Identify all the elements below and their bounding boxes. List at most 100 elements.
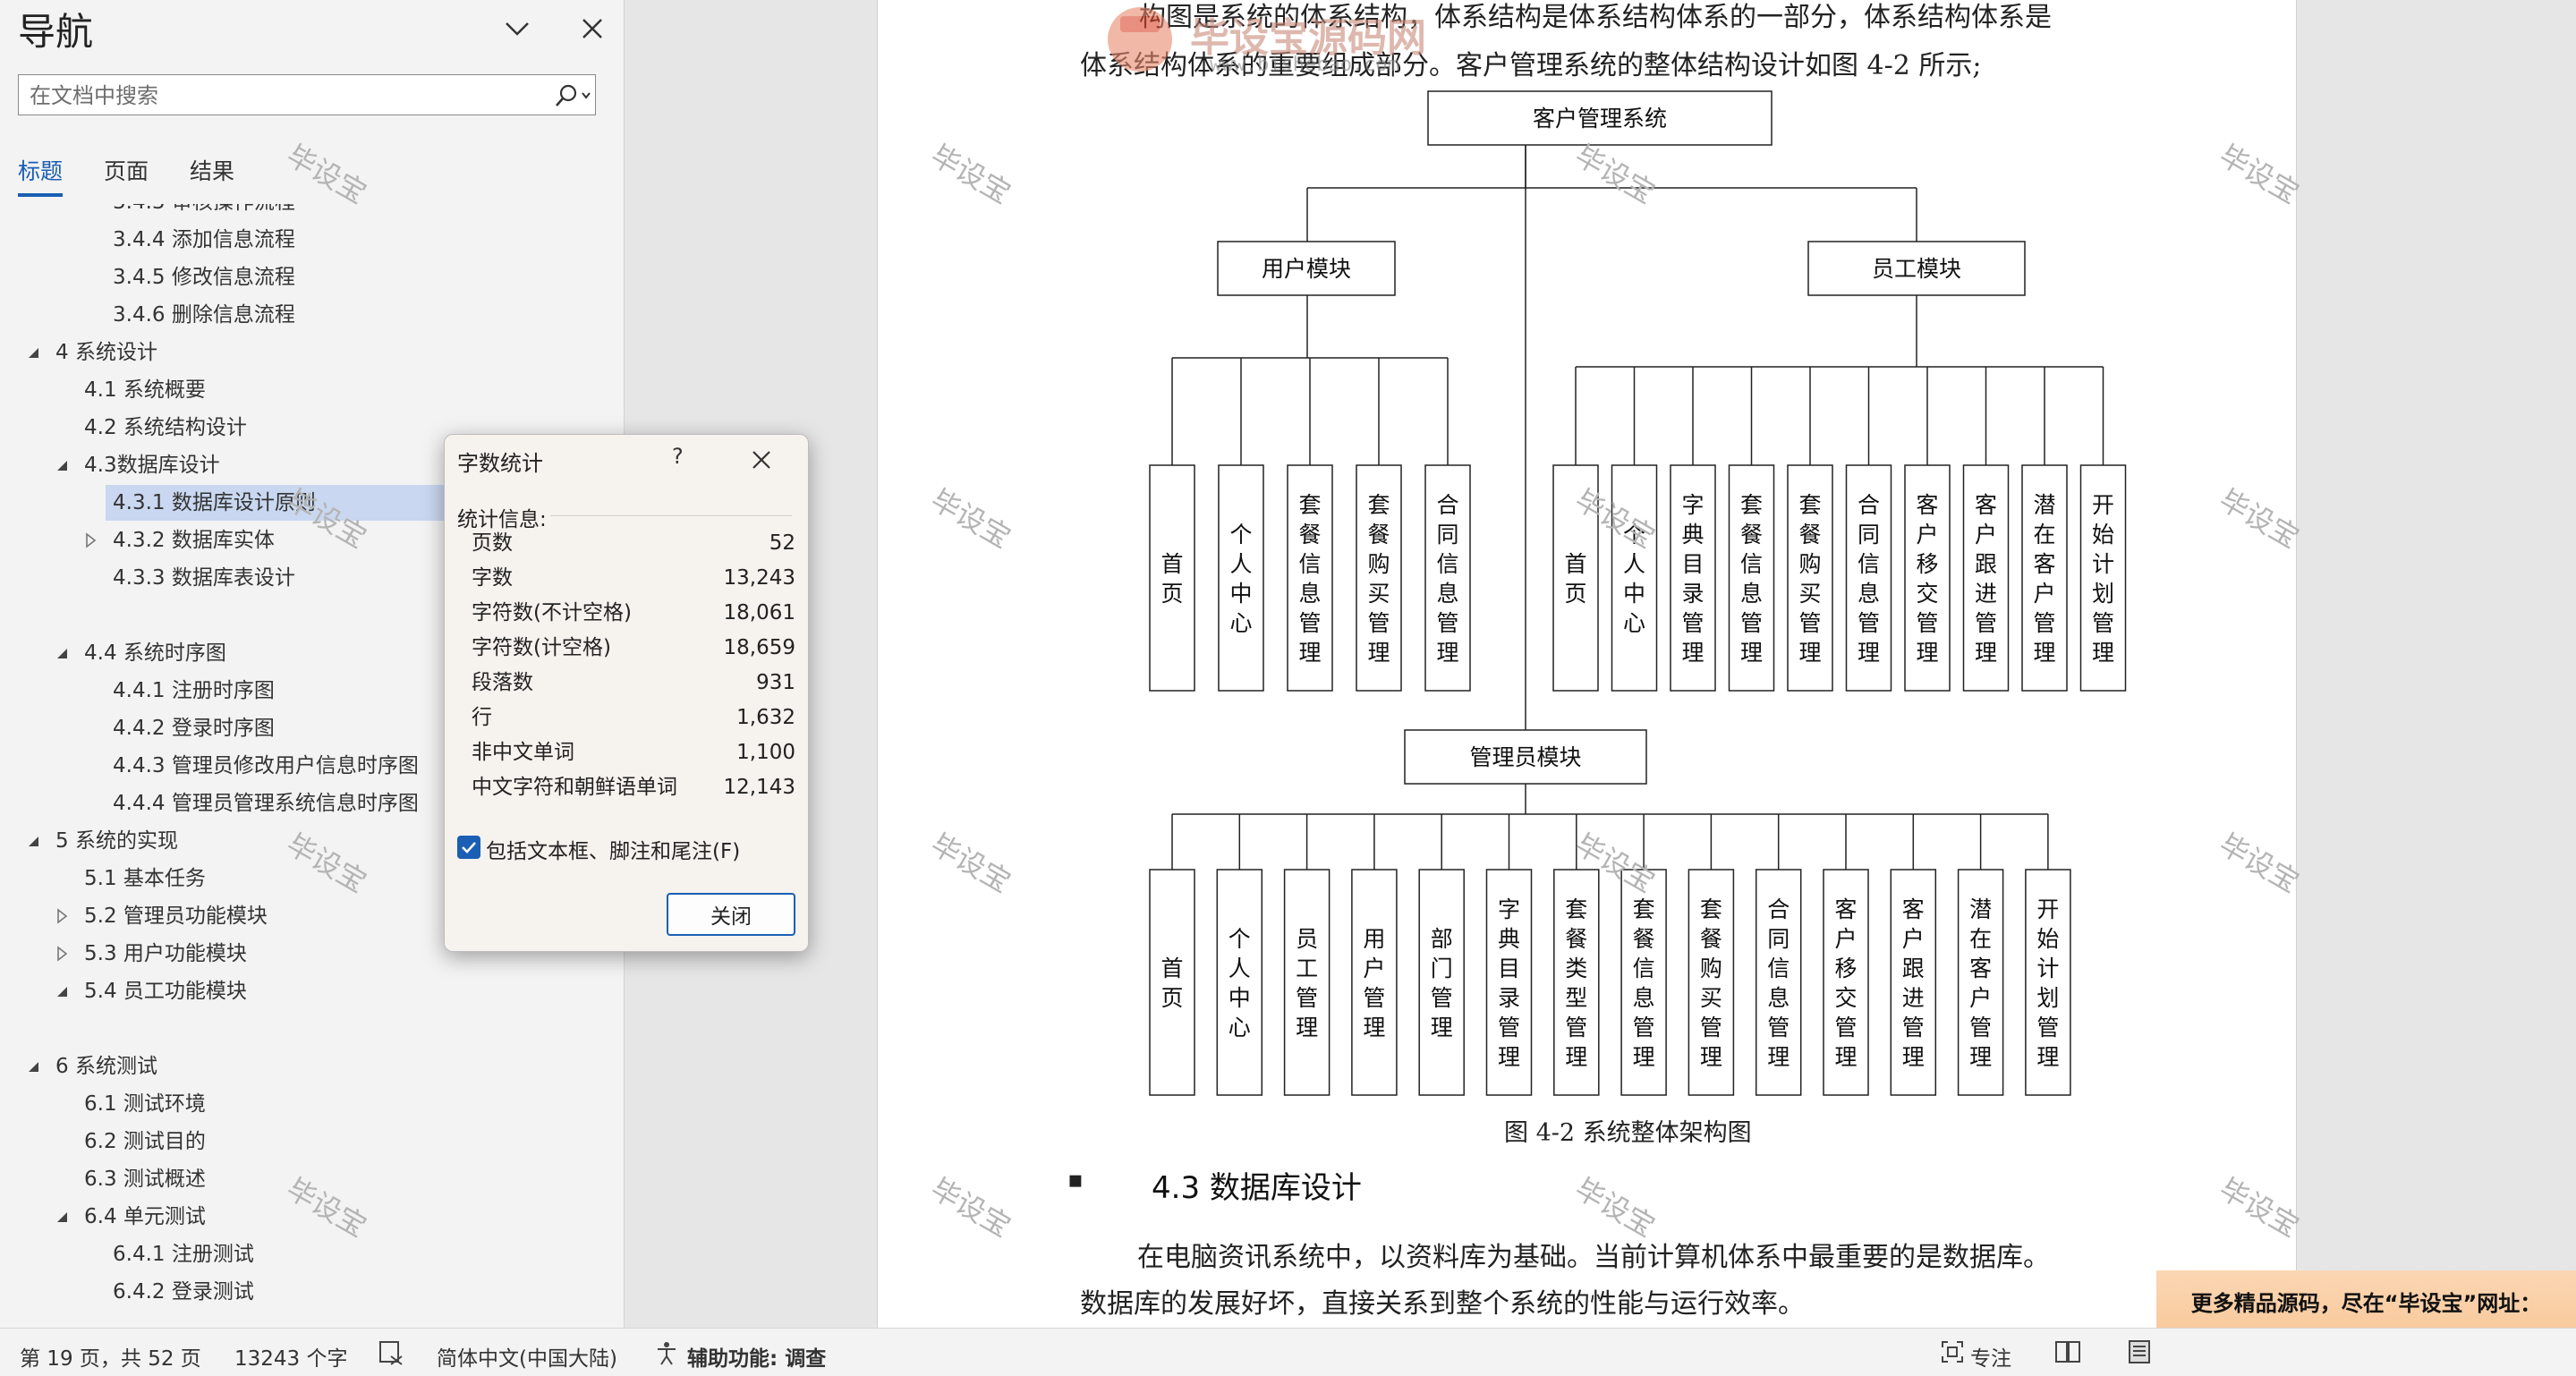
include-textboxes-checkbox[interactable] bbox=[457, 836, 480, 859]
admin-leaf-box bbox=[1351, 869, 1398, 1096]
tree-item[interactable]: 4.4.1 注册时序图 bbox=[106, 673, 275, 709]
root-node-label: 客户管理系统 bbox=[1533, 106, 1667, 132]
tree-item[interactable]: 3.4.6 删除信息流程 bbox=[106, 297, 295, 333]
tab-results[interactable]: 结果 bbox=[190, 154, 234, 186]
tree-item-label: 3.4.5 修改信息流程 bbox=[113, 266, 295, 289]
stat-value: 18,061 bbox=[723, 601, 795, 624]
expanded-arrow-icon[interactable] bbox=[52, 643, 72, 663]
search-input[interactable] bbox=[28, 75, 550, 116]
tree-item-label: 4.4 系统时序图 bbox=[84, 641, 226, 665]
tree-item-label: 6 系统测试 bbox=[55, 1055, 157, 1078]
close-button[interactable]: 关闭 bbox=[667, 893, 795, 936]
tree-item[interactable]: 4.3.2 数据库实体 bbox=[106, 522, 275, 558]
body-line-2: 数据库的发展好坏，直接关系到整个系统的性能与运行效率。 bbox=[1080, 1288, 1805, 1320]
chevron-down-icon[interactable] bbox=[497, 9, 537, 48]
close-icon[interactable] bbox=[573, 9, 612, 48]
document-page[interactable]: 构图是系统的体系结构，体系结构是体系结构体系的一部分，体系结构体系是 体系结构体… bbox=[877, 0, 2297, 1328]
collapsed-arrow-icon[interactable] bbox=[52, 906, 72, 926]
tab-pages[interactable]: 页面 bbox=[104, 154, 149, 186]
tree-item[interactable]: 3.4.4 添加信息流程 bbox=[106, 222, 295, 258]
heading-bullet: ▪ bbox=[1067, 1167, 1084, 1193]
tree-item[interactable]: 3.4.3 审核操作流程 bbox=[106, 204, 295, 220]
stat-row: 段落数 931 bbox=[472, 666, 795, 700]
tree-item[interactable]: 4.3.3 数据库表设计 bbox=[106, 560, 295, 596]
proofing-icon[interactable] bbox=[378, 1339, 404, 1366]
tree-item[interactable]: 4.4.3 管理员修改用户信息时序图 bbox=[106, 748, 419, 784]
help-button[interactable]: ? bbox=[672, 444, 684, 469]
tree-item[interactable]: 4.2 系统结构设计 bbox=[77, 410, 247, 446]
accessibility-status[interactable]: 辅助功能: 调查 bbox=[687, 1341, 826, 1372]
tree-item[interactable]: 6.4.2 登录测试 bbox=[106, 1274, 254, 1310]
tree-item-label: 4.4.2 登录时序图 bbox=[113, 717, 275, 740]
expanded-arrow-icon[interactable] bbox=[52, 981, 72, 1001]
tree-item-label: 5.3 用户功能模块 bbox=[84, 942, 247, 965]
page-indicator[interactable]: 第 19 页，共 52 页 bbox=[20, 1341, 201, 1372]
tree-item[interactable]: 5.4 员工功能模块 bbox=[77, 973, 247, 1009]
tab-headings[interactable]: 标题 bbox=[18, 154, 63, 186]
admin-leaf-box bbox=[1283, 869, 1331, 1096]
search-icon[interactable] bbox=[548, 81, 595, 111]
tree-item-label: 6.1 测试环境 bbox=[84, 1092, 206, 1116]
tree-item[interactable]: 6.1 测试环境 bbox=[77, 1086, 206, 1122]
stat-label: 字符数(计空格) bbox=[472, 636, 611, 659]
tree-item[interactable]: 4.4.2 登录时序图 bbox=[106, 710, 275, 746]
tree-item[interactable]: 6.3 测试概述 bbox=[77, 1161, 206, 1197]
stat-row: 中文字符和朝鲜语单词 12,143 bbox=[472, 770, 795, 804]
nav-title: 导航 bbox=[18, 10, 94, 54]
tree-item[interactable]: 5 系统的实现 bbox=[48, 823, 178, 859]
tree-item-label: 4.3数据库设计 bbox=[84, 454, 220, 477]
tree-item-label: 6.3 测试概述 bbox=[84, 1168, 206, 1191]
tree-item[interactable]: 6.2 测试目的 bbox=[77, 1124, 206, 1159]
stat-row: 字符数(计空格) 18,659 bbox=[472, 631, 795, 665]
tree-item-label: 4 系统设计 bbox=[55, 341, 157, 364]
search-box[interactable] bbox=[18, 74, 596, 116]
tree-item[interactable] bbox=[106, 598, 113, 633]
stat-value: 1,100 bbox=[736, 741, 795, 764]
tree-item[interactable]: 5.3 用户功能模块 bbox=[77, 936, 247, 972]
stat-value: 13,243 bbox=[723, 566, 795, 590]
tree-item[interactable]: 5.2 管理员功能模块 bbox=[77, 898, 268, 934]
stat-label: 行 bbox=[472, 706, 492, 729]
close-icon[interactable] bbox=[747, 446, 776, 474]
user-leaf-box bbox=[1149, 464, 1195, 692]
site-logo-watermark: 毕设宝源码网 www.bishebao.com bbox=[1102, 0, 1442, 81]
tree-item[interactable]: 4.3.1 数据库设计原则 bbox=[106, 485, 453, 521]
tree-item[interactable]: 4.3数据库设计 bbox=[77, 447, 220, 483]
read-mode-icon[interactable] bbox=[2054, 1339, 2081, 1364]
tree-item[interactable]: 6 系统测试 bbox=[48, 1049, 157, 1084]
accessibility-icon[interactable] bbox=[653, 1339, 680, 1366]
tree-item[interactable]: 6.4.1 注册测试 bbox=[106, 1236, 254, 1272]
tree-item[interactable]: 4.4.4 管理员管理系统信息时序图 bbox=[106, 786, 419, 821]
word-count[interactable]: 13243 个字 bbox=[234, 1341, 347, 1372]
stat-value: 52 bbox=[769, 531, 795, 555]
stat-row: 非中文单词 1,100 bbox=[472, 735, 795, 769]
stat-label: 字符数(不计空格) bbox=[472, 601, 632, 624]
stat-label: 字数 bbox=[472, 566, 513, 590]
expanded-arrow-icon[interactable] bbox=[23, 343, 43, 362]
tree-item[interactable]: 3.4.5 修改信息流程 bbox=[106, 259, 295, 295]
admin-leaf-box bbox=[1149, 869, 1195, 1096]
print-layout-icon[interactable] bbox=[2128, 1339, 2151, 1364]
focus-icon[interactable] bbox=[1940, 1339, 1965, 1364]
tree-item[interactable]: 5.1 基本任务 bbox=[77, 861, 206, 896]
expanded-arrow-icon[interactable] bbox=[23, 1057, 43, 1076]
expanded-arrow-icon[interactable] bbox=[52, 455, 72, 475]
expanded-arrow-icon[interactable] bbox=[52, 1207, 72, 1227]
focus-mode[interactable]: 专注 bbox=[1970, 1341, 2011, 1372]
tree-item[interactable]: 4.1 系统概要 bbox=[77, 372, 206, 408]
tree-item-label: 5.4 员工功能模块 bbox=[84, 980, 247, 1003]
admin-leaf-box bbox=[1216, 869, 1263, 1096]
dialog-title: 字数统计 bbox=[457, 451, 543, 476]
collapsed-arrow-icon[interactable] bbox=[52, 944, 72, 964]
admin-module-label: 管理员模块 bbox=[1469, 744, 1581, 770]
tree-item-label: 4.1 系统概要 bbox=[84, 378, 206, 402]
tree-item[interactable]: 4 系统设计 bbox=[48, 335, 157, 370]
expanded-arrow-icon[interactable] bbox=[23, 831, 43, 851]
include-textboxes-label[interactable]: 包括文本框、脚注和尾注(F) bbox=[486, 834, 740, 864]
tree-item[interactable]: 4.4 系统时序图 bbox=[77, 635, 226, 671]
tree-item[interactable] bbox=[106, 1011, 113, 1047]
tree-item[interactable]: 6.4 单元测试 bbox=[77, 1199, 206, 1235]
collapsed-arrow-icon[interactable] bbox=[81, 531, 100, 550]
language[interactable]: 简体中文(中国大陆) bbox=[437, 1341, 617, 1372]
tree-item-label: 5.2 管理员功能模块 bbox=[84, 905, 268, 928]
